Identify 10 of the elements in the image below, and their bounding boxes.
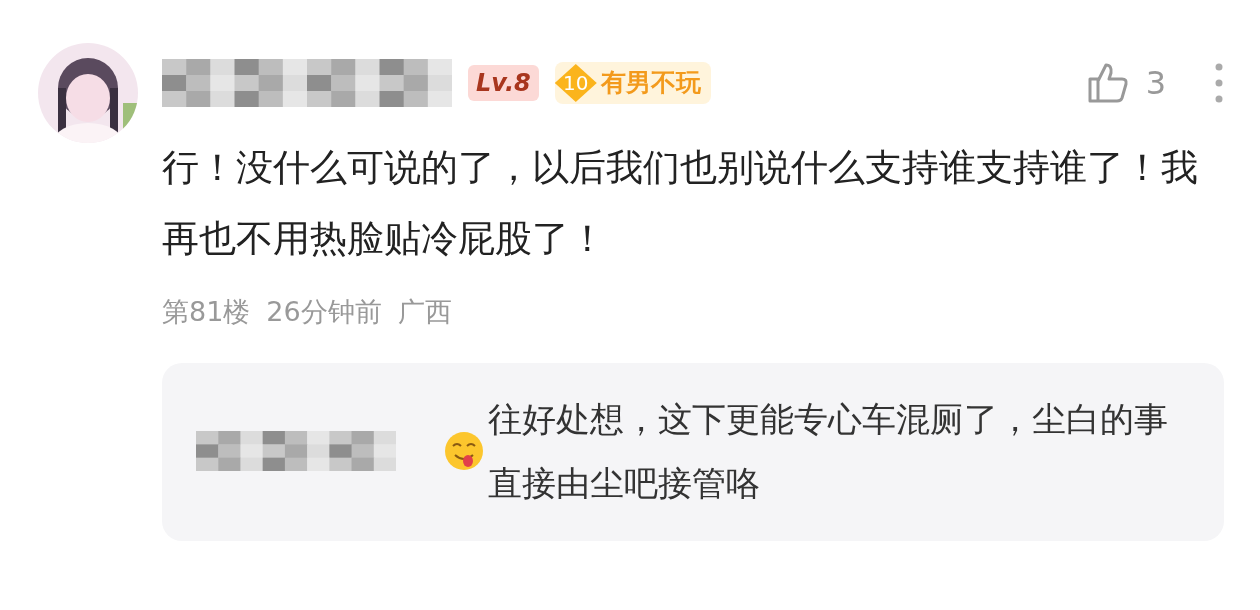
level-badge: Lv.8 [468,65,539,101]
reply-text: 往好处想，这下更能专心车混厕了，尘白的事直接由尘吧接管咯 [488,397,1169,505]
comment-text: 行！没什么可说的了，以后我们也别说什么支持谁支持谁了！我再也不用热脸贴冷屁股了！ [162,145,1199,262]
location: 广西 [397,295,452,329]
post-time: 26分钟前 [266,295,382,329]
tongue-emoji-icon [444,430,484,471]
more-icon[interactable] [1214,62,1224,104]
floor-number: 第81楼 [162,295,251,329]
like-count: 3 [1145,63,1166,104]
fan-medal: 10 有男不玩 [554,62,711,104]
